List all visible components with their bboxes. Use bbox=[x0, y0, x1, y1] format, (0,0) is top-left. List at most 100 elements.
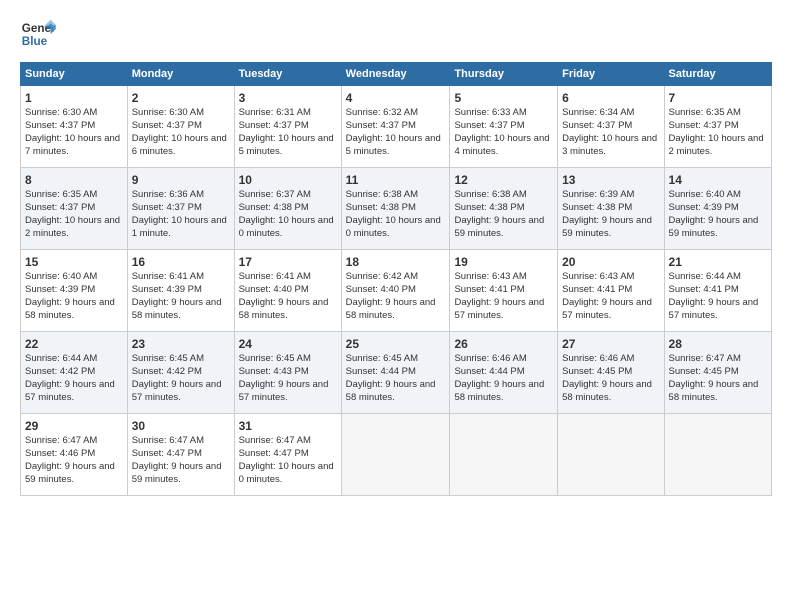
header: General Blue bbox=[20, 16, 772, 52]
calendar-cell: 17Sunrise: 6:41 AM Sunset: 4:40 PM Dayli… bbox=[234, 250, 341, 332]
calendar-cell: 25Sunrise: 6:45 AM Sunset: 4:44 PM Dayli… bbox=[341, 332, 450, 414]
day-info-line: Sunrise: 6:47 AM bbox=[25, 435, 97, 446]
calendar-cell bbox=[450, 414, 558, 496]
week-row-1: 1Sunrise: 6:30 AM Sunset: 4:37 PM Daylig… bbox=[21, 86, 772, 168]
day-info-line: Sunset: 4:37 PM bbox=[454, 120, 524, 131]
calendar-cell: 26Sunrise: 6:46 AM Sunset: 4:44 PM Dayli… bbox=[450, 332, 558, 414]
header-cell-tuesday: Tuesday bbox=[234, 63, 341, 86]
day-info-line: Sunset: 4:42 PM bbox=[25, 366, 95, 377]
day-info-line: Sunrise: 6:34 AM bbox=[562, 107, 634, 118]
calendar-cell: 4Sunrise: 6:32 AM Sunset: 4:37 PM Daylig… bbox=[341, 86, 450, 168]
day-number: 9 bbox=[132, 172, 230, 188]
day-info-line: Daylight: 9 hours bbox=[454, 379, 525, 390]
calendar-cell: 29Sunrise: 6:47 AM Sunset: 4:46 PM Dayli… bbox=[21, 414, 128, 496]
day-info-line: Sunset: 4:42 PM bbox=[132, 366, 202, 377]
header-cell-saturday: Saturday bbox=[664, 63, 771, 86]
calendar-cell: 22Sunrise: 6:44 AM Sunset: 4:42 PM Dayli… bbox=[21, 332, 128, 414]
day-info-line: Sunrise: 6:43 AM bbox=[454, 271, 526, 282]
day-info-line: Daylight: 9 hours bbox=[562, 215, 633, 226]
day-info-line: Sunset: 4:46 PM bbox=[25, 448, 95, 459]
day-info-line: Sunrise: 6:35 AM bbox=[669, 107, 741, 118]
calendar-cell: 16Sunrise: 6:41 AM Sunset: 4:39 PM Dayli… bbox=[127, 250, 234, 332]
day-number: 14 bbox=[669, 172, 767, 188]
calendar-cell: 19Sunrise: 6:43 AM Sunset: 4:41 PM Dayli… bbox=[450, 250, 558, 332]
day-info-line: Daylight: 9 hours bbox=[669, 297, 740, 308]
day-number: 8 bbox=[25, 172, 123, 188]
week-row-2: 8Sunrise: 6:35 AM Sunset: 4:37 PM Daylig… bbox=[21, 168, 772, 250]
day-info-line: Daylight: 9 hours bbox=[132, 461, 203, 472]
day-number: 31 bbox=[239, 418, 337, 434]
day-info-line: Sunrise: 6:40 AM bbox=[669, 189, 741, 200]
day-info-line: Sunrise: 6:47 AM bbox=[239, 435, 311, 446]
week-row-3: 15Sunrise: 6:40 AM Sunset: 4:39 PM Dayli… bbox=[21, 250, 772, 332]
day-info-line: Daylight: 9 hours bbox=[562, 297, 633, 308]
day-info-line: Sunset: 4:37 PM bbox=[669, 120, 739, 131]
day-info-line: Sunrise: 6:45 AM bbox=[346, 353, 418, 364]
day-info-line: Sunset: 4:40 PM bbox=[239, 284, 309, 295]
day-info-line: Sunset: 4:40 PM bbox=[346, 284, 416, 295]
calendar-cell: 1Sunrise: 6:30 AM Sunset: 4:37 PM Daylig… bbox=[21, 86, 128, 168]
day-number: 1 bbox=[25, 90, 123, 106]
header-cell-wednesday: Wednesday bbox=[341, 63, 450, 86]
day-info-line: Daylight: 10 hours bbox=[239, 461, 316, 472]
day-info-line: Sunrise: 6:44 AM bbox=[25, 353, 97, 364]
day-number: 28 bbox=[669, 336, 767, 352]
day-info-line: Sunset: 4:37 PM bbox=[25, 202, 95, 213]
calendar-cell: 3Sunrise: 6:31 AM Sunset: 4:37 PM Daylig… bbox=[234, 86, 341, 168]
day-info-line: Sunrise: 6:47 AM bbox=[132, 435, 204, 446]
day-info-line: Sunrise: 6:42 AM bbox=[346, 271, 418, 282]
day-number: 17 bbox=[239, 254, 337, 270]
day-info-line: Sunset: 4:37 PM bbox=[132, 120, 202, 131]
calendar-cell: 30Sunrise: 6:47 AM Sunset: 4:47 PM Dayli… bbox=[127, 414, 234, 496]
day-info-line: Daylight: 9 hours bbox=[669, 379, 740, 390]
day-info-line: Daylight: 9 hours bbox=[562, 379, 633, 390]
day-number: 2 bbox=[132, 90, 230, 106]
week-row-5: 29Sunrise: 6:47 AM Sunset: 4:46 PM Dayli… bbox=[21, 414, 772, 496]
day-info-line: Daylight: 9 hours bbox=[669, 215, 740, 226]
day-info-line: Daylight: 9 hours bbox=[346, 379, 417, 390]
day-info-line: Sunrise: 6:38 AM bbox=[454, 189, 526, 200]
calendar-cell: 5Sunrise: 6:33 AM Sunset: 4:37 PM Daylig… bbox=[450, 86, 558, 168]
day-number: 20 bbox=[562, 254, 659, 270]
day-number: 26 bbox=[454, 336, 553, 352]
day-info-line: Sunrise: 6:39 AM bbox=[562, 189, 634, 200]
day-info-line: Sunrise: 6:41 AM bbox=[239, 271, 311, 282]
day-info-line: Sunset: 4:37 PM bbox=[239, 120, 309, 131]
day-info-line: Sunrise: 6:33 AM bbox=[454, 107, 526, 118]
page: General Blue SundayMondayTuesdayWednesda… bbox=[0, 0, 792, 612]
week-row-4: 22Sunrise: 6:44 AM Sunset: 4:42 PM Dayli… bbox=[21, 332, 772, 414]
day-info-line: Sunset: 4:39 PM bbox=[132, 284, 202, 295]
day-number: 10 bbox=[239, 172, 337, 188]
day-number: 13 bbox=[562, 172, 659, 188]
day-info-line: Daylight: 10 hours bbox=[454, 133, 531, 144]
day-number: 7 bbox=[669, 90, 767, 106]
calendar-cell: 23Sunrise: 6:45 AM Sunset: 4:42 PM Dayli… bbox=[127, 332, 234, 414]
calendar-cell bbox=[558, 414, 664, 496]
header-cell-friday: Friday bbox=[558, 63, 664, 86]
day-info-line: Daylight: 10 hours bbox=[562, 133, 639, 144]
day-info-line: Sunset: 4:43 PM bbox=[239, 366, 309, 377]
calendar-cell: 10Sunrise: 6:37 AM Sunset: 4:38 PM Dayli… bbox=[234, 168, 341, 250]
day-info-line: Sunrise: 6:32 AM bbox=[346, 107, 418, 118]
day-number: 5 bbox=[454, 90, 553, 106]
calendar-cell: 20Sunrise: 6:43 AM Sunset: 4:41 PM Dayli… bbox=[558, 250, 664, 332]
day-info-line: Sunset: 4:38 PM bbox=[239, 202, 309, 213]
day-info-line: Daylight: 10 hours bbox=[239, 215, 316, 226]
day-number: 16 bbox=[132, 254, 230, 270]
day-info-line: Daylight: 10 hours bbox=[25, 133, 102, 144]
day-info-line: Daylight: 9 hours bbox=[25, 379, 96, 390]
calendar-table: SundayMondayTuesdayWednesdayThursdayFrid… bbox=[20, 62, 772, 496]
calendar-cell: 21Sunrise: 6:44 AM Sunset: 4:41 PM Dayli… bbox=[664, 250, 771, 332]
day-number: 30 bbox=[132, 418, 230, 434]
day-info-line: Sunrise: 6:46 AM bbox=[454, 353, 526, 364]
day-info-line: Sunset: 4:38 PM bbox=[562, 202, 632, 213]
day-info-line: Daylight: 9 hours bbox=[132, 297, 203, 308]
day-info-line: Daylight: 9 hours bbox=[454, 297, 525, 308]
day-info-line: Daylight: 9 hours bbox=[239, 297, 310, 308]
day-number: 15 bbox=[25, 254, 123, 270]
calendar-cell: 6Sunrise: 6:34 AM Sunset: 4:37 PM Daylig… bbox=[558, 86, 664, 168]
day-info-line: Daylight: 10 hours bbox=[346, 215, 423, 226]
calendar-cell: 27Sunrise: 6:46 AM Sunset: 4:45 PM Dayli… bbox=[558, 332, 664, 414]
day-info-line: Daylight: 10 hours bbox=[132, 133, 209, 144]
day-number: 6 bbox=[562, 90, 659, 106]
